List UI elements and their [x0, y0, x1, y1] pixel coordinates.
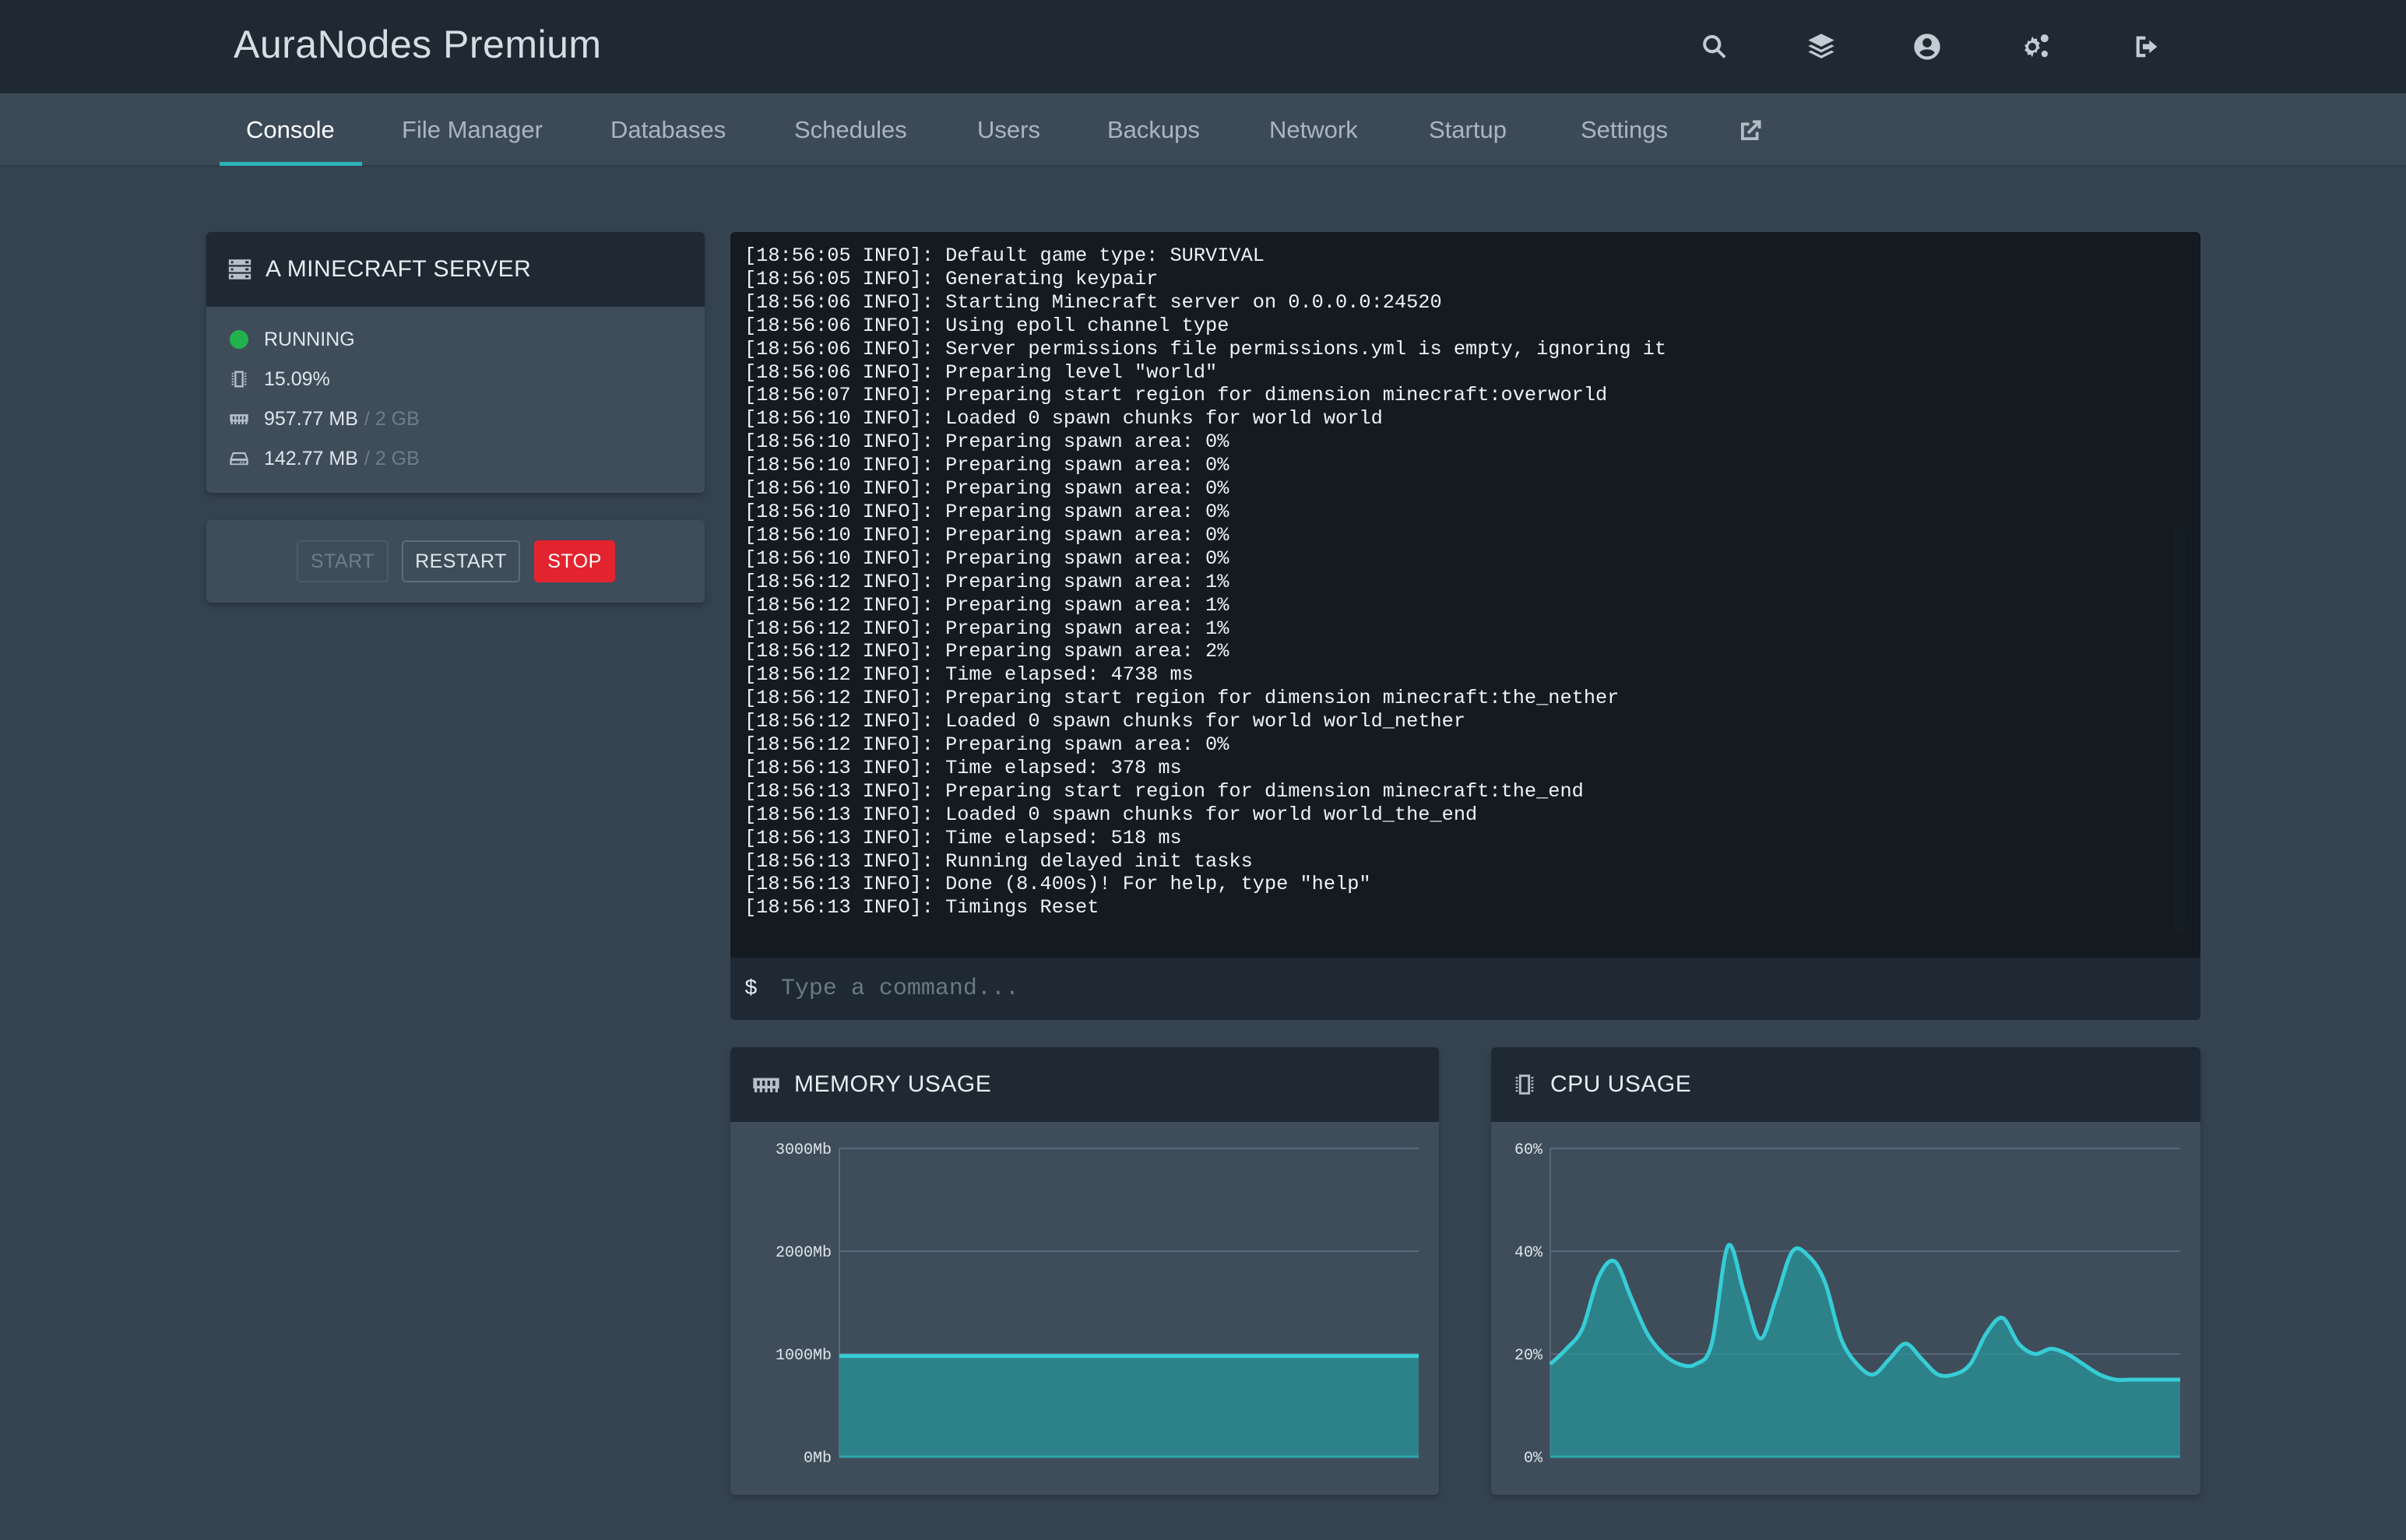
user-circle-icon[interactable] [1908, 28, 1946, 65]
tab-settings[interactable]: Settings [1581, 93, 1668, 167]
console-line: [18:56:12 INFO]: Preparing spawn area: 1… [744, 570, 1229, 593]
console-line: [18:56:10 INFO]: Preparing spawn area: 0… [744, 523, 1229, 547]
cpu-usage-panel: CPU USAGE 0% 20% 40% 60% [1491, 1047, 2200, 1495]
stop-button[interactable]: STOP [534, 540, 615, 582]
console-line: [18:56:10 INFO]: Preparing spawn area: 0… [744, 454, 1229, 477]
console-line: [18:56:10 INFO]: Preparing spawn area: 0… [744, 431, 1229, 454]
memory-icon [751, 1069, 782, 1100]
top-navbar: AuraNodes Premium [0, 0, 2406, 93]
cpu-y-tick-label: 20% [1514, 1347, 1543, 1365]
console-line: [18:56:13 INFO]: Preparing start region … [744, 779, 1584, 803]
status-row: RUNNING [227, 324, 355, 355]
cogs-icon[interactable] [2017, 28, 2055, 65]
active-tab-indicator [220, 162, 362, 166]
disk-row: 142.77 MB / 2 GB [227, 443, 420, 474]
console-line: [18:56:07 INFO]: Preparing start region … [744, 384, 1608, 407]
console-line: [18:56:12 INFO]: Preparing spawn area: 2… [744, 640, 1229, 663]
memory-chart: 0Mb 1000Mb 2000Mb 3000Mb [776, 1141, 1419, 1468]
command-prompt: $ [744, 976, 758, 1001]
memory-area-fill [839, 1355, 1419, 1457]
console-line: [18:56:13 INFO]: Time elapsed: 378 ms [744, 756, 1182, 779]
memory-y-tick-label: 0Mb [804, 1450, 832, 1468]
tab-backups[interactable]: Backups [1107, 93, 1200, 167]
console-line: [18:56:13 INFO]: Running delayed init ta… [744, 849, 1253, 873]
layers-icon[interactable] [1803, 28, 1840, 65]
console-output[interactable]: [18:56:05 INFO]: Default game type: SURV… [730, 232, 2200, 958]
memory-icon [227, 406, 252, 431]
tab-users[interactable]: Users [977, 93, 1040, 167]
disk-value: 142.77 MB [264, 447, 358, 469]
console-line: [18:56:12 INFO]: Preparing spawn area: 1… [744, 617, 1229, 640]
console-line: [18:56:06 INFO]: Starting Minecraft serv… [744, 290, 1442, 314]
console-line: [18:56:12 INFO]: Time elapsed: 4738 ms [744, 663, 1194, 687]
server-name: A MINECRAFT SERVER [266, 256, 532, 282]
memory-usage-panel: MEMORY USAGE 0Mb 1000Mb 2000Mb 3000Mb [730, 1047, 1439, 1495]
tab-file-manager[interactable]: File Manager [402, 93, 543, 167]
memory-value: 957.77 MB [264, 407, 358, 430]
cpu-y-tick-label: 0% [1524, 1450, 1543, 1468]
memory-panel-header: MEMORY USAGE [730, 1047, 1439, 1122]
cpu-y-tick-label: 60% [1514, 1141, 1543, 1159]
memory-y-tick-label: 1000Mb [776, 1347, 832, 1365]
console-line: [18:56:05 INFO]: Default game type: SURV… [744, 244, 1265, 267]
start-button[interactable]: START [297, 540, 389, 582]
console-line: [18:56:13 INFO]: Loaded 0 spawn chunks f… [744, 803, 1478, 826]
console-lines: [18:56:05 INFO]: Default game type: SURV… [744, 244, 2162, 919]
console-line: [18:56:13 INFO]: Timings Reset [744, 896, 1099, 919]
microchip-icon [1511, 1071, 1538, 1098]
memory-row: 957.77 MB / 2 GB [227, 403, 420, 434]
cpu-y-tick-label: 40% [1514, 1244, 1543, 1262]
status-text: RUNNING [264, 328, 355, 350]
console-line: [18:56:12 INFO]: Preparing start region … [744, 687, 1620, 710]
tab-schedules[interactable]: Schedules [794, 93, 907, 167]
console-line: [18:56:10 INFO]: Preparing spawn area: 0… [744, 500, 1229, 523]
console-line: [18:56:13 INFO]: Done (8.400s)! For help… [744, 873, 1371, 896]
console-line: [18:56:06 INFO]: Server permissions file… [744, 337, 1667, 360]
server-subnav: Console File Manager Databases Schedules… [0, 93, 2406, 167]
console-line: [18:56:12 INFO]: Preparing spawn area: 0… [744, 733, 1229, 757]
cpu-row: 15.09% [227, 364, 330, 395]
command-input[interactable] [780, 965, 2167, 1012]
tab-console[interactable]: Console [246, 93, 335, 167]
memory-limit: / 2 GB [364, 407, 420, 430]
hdd-icon [227, 446, 252, 471]
disk-limit: / 2 GB [364, 447, 420, 469]
server-card-header: A MINECRAFT SERVER [206, 232, 705, 307]
memory-y-tick-label: 2000Mb [776, 1244, 832, 1262]
console-line: [18:56:12 INFO]: Preparing spawn area: 1… [744, 593, 1229, 617]
tab-databases[interactable]: Databases [610, 93, 726, 167]
tab-startup[interactable]: Startup [1429, 93, 1507, 167]
console-line: [18:56:10 INFO]: Preparing spawn area: 0… [744, 477, 1229, 501]
command-bar: $ [730, 958, 2200, 1020]
cpu-value: 15.09% [264, 367, 330, 390]
console-line: [18:56:05 INFO]: Generating keypair [744, 267, 1159, 290]
console-line: [18:56:12 INFO]: Loaded 0 spawn chunks f… [744, 710, 1466, 733]
console-line: [18:56:10 INFO]: Preparing spawn area: 0… [744, 547, 1229, 570]
cpu-chart: 0% 20% 40% 60% [1514, 1141, 2180, 1468]
external-link-icon[interactable] [1736, 117, 1764, 145]
console-line: [18:56:13 INFO]: Time elapsed: 518 ms [744, 826, 1182, 849]
memory-panel-title: MEMORY USAGE [794, 1071, 992, 1097]
console-scrollbar[interactable] [2174, 528, 2185, 933]
cpu-panel-title: CPU USAGE [1550, 1071, 1692, 1097]
app-title[interactable]: AuraNodes Premium [234, 22, 602, 67]
cpu-panel-header: CPU USAGE [1491, 1047, 2200, 1122]
console-line: [18:56:10 INFO]: Loaded 0 spawn chunks f… [744, 407, 1383, 431]
status-dot [227, 327, 252, 352]
console-line: [18:56:06 INFO]: Using epoll channel typ… [744, 314, 1229, 337]
restart-button[interactable]: RESTART [402, 540, 520, 582]
server-icon [227, 256, 253, 283]
search-icon[interactable] [1696, 28, 1733, 65]
server-info-card: A MINECRAFT SERVER RUNNING 15.09% 957.77… [206, 232, 705, 493]
microchip-icon [227, 367, 252, 392]
memory-y-tick-label: 3000Mb [776, 1141, 832, 1159]
console-line: [18:56:06 INFO]: Preparing level "world" [744, 360, 1218, 384]
sign-out-icon[interactable] [2128, 28, 2165, 65]
tab-network[interactable]: Network [1269, 93, 1358, 167]
cpu-area-fill [1550, 1244, 2180, 1457]
power-controls-card: START RESTART STOP [206, 520, 705, 603]
